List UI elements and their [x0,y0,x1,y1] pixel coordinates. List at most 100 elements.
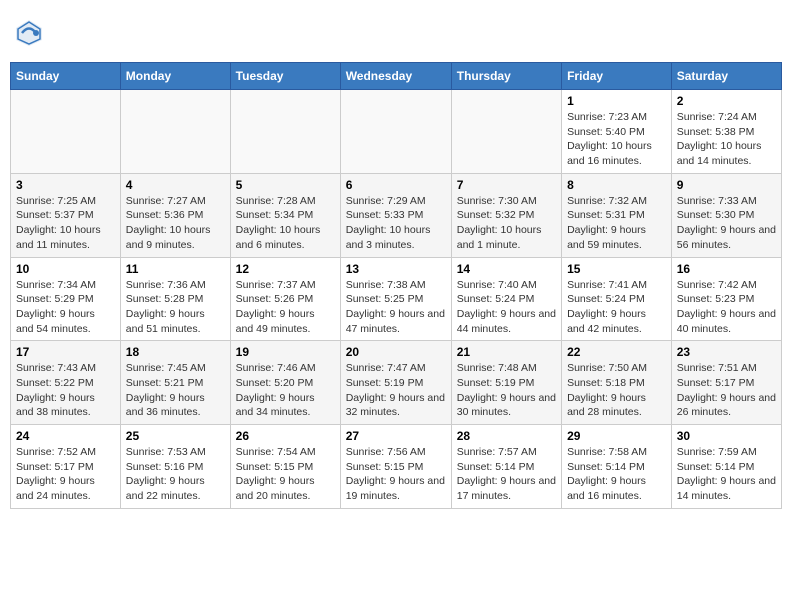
day-number: 7 [457,178,556,192]
day-info: Sunrise: 7:59 AM Sunset: 5:14 PM Dayligh… [677,445,776,504]
day-number: 25 [126,429,225,443]
day-cell: 7 Sunrise: 7:30 AM Sunset: 5:32 PM Daylig… [451,173,561,257]
day-cell: 14 Sunrise: 7:40 AM Sunset: 5:24 PM Dayli… [451,257,561,341]
day-info: Sunrise: 7:36 AM Sunset: 5:28 PM Dayligh… [126,278,225,337]
col-header-friday: Friday [562,63,672,90]
day-number: 5 [236,178,335,192]
day-cell: 29 Sunrise: 7:58 AM Sunset: 5:14 PM Dayli… [562,425,672,509]
day-info: Sunrise: 7:48 AM Sunset: 5:19 PM Dayligh… [457,361,556,420]
day-cell [340,90,451,174]
logo-icon [14,18,44,48]
day-cell: 16 Sunrise: 7:42 AM Sunset: 5:23 PM Dayli… [671,257,781,341]
day-cell: 28 Sunrise: 7:57 AM Sunset: 5:14 PM Dayli… [451,425,561,509]
day-number: 29 [567,429,666,443]
day-info: Sunrise: 7:34 AM Sunset: 5:29 PM Dayligh… [16,278,115,337]
day-cell: 11 Sunrise: 7:36 AM Sunset: 5:28 PM Dayli… [120,257,230,341]
day-cell: 27Sunrise: 7:56 AM Sunset: 5:15 PM Dayli… [340,425,451,509]
col-header-thursday: Thursday [451,63,561,90]
day-cell: 1 Sunrise: 7:23 AM Sunset: 5:40 PM Daylig… [562,90,672,174]
day-number: 14 [457,262,556,276]
day-info: Sunrise: 7:24 AM Sunset: 5:38 PM Dayligh… [677,110,776,169]
day-info: Sunrise: 7:30 AM Sunset: 5:32 PM Dayligh… [457,194,556,253]
day-info: Sunrise: 7:42 AM Sunset: 5:23 PM Dayligh… [677,278,776,337]
col-header-saturday: Saturday [671,63,781,90]
day-cell: 13 Sunrise: 7:38 AM Sunset: 5:25 PM Dayli… [340,257,451,341]
day-number: 21 [457,345,556,359]
day-cell: 23Sunrise: 7:51 AM Sunset: 5:17 PM Dayli… [671,341,781,425]
day-cell: 22 Sunrise: 7:50 AM Sunset: 5:18 PM Dayli… [562,341,672,425]
day-info: Sunrise: 7:53 AM Sunset: 5:16 PM Dayligh… [126,445,225,504]
day-cell [11,90,121,174]
day-cell: 2 Sunrise: 7:24 AM Sunset: 5:38 PM Daylig… [671,90,781,174]
day-number: 30 [677,429,776,443]
day-info: Sunrise: 7:38 AM Sunset: 5:25 PM Dayligh… [346,278,446,337]
col-header-tuesday: Tuesday [230,63,340,90]
day-info: Sunrise: 7:51 AM Sunset: 5:17 PM Dayligh… [677,361,776,420]
day-info: Sunrise: 7:47 AM Sunset: 5:19 PM Dayligh… [346,361,446,420]
day-cell [230,90,340,174]
day-info: Sunrise: 7:58 AM Sunset: 5:14 PM Dayligh… [567,445,666,504]
day-info: Sunrise: 7:32 AM Sunset: 5:31 PM Dayligh… [567,194,666,253]
day-cell: 3 Sunrise: 7:25 AM Sunset: 5:37 PM Daylig… [11,173,121,257]
day-info: Sunrise: 7:41 AM Sunset: 5:24 PM Dayligh… [567,278,666,337]
day-cell: 17 Sunrise: 7:43 AM Sunset: 5:22 PM Dayli… [11,341,121,425]
day-info: Sunrise: 7:25 AM Sunset: 5:37 PM Dayligh… [16,194,115,253]
day-number: 15 [567,262,666,276]
week-row-5: 24 Sunrise: 7:52 AM Sunset: 5:17 PM Dayli… [11,425,782,509]
day-number: 24 [16,429,115,443]
day-number: 12 [236,262,335,276]
day-cell: 18 Sunrise: 7:45 AM Sunset: 5:21 PM Dayli… [120,341,230,425]
day-info: Sunrise: 7:27 AM Sunset: 5:36 PM Dayligh… [126,194,225,253]
day-info: Sunrise: 7:52 AM Sunset: 5:17 PM Dayligh… [16,445,115,504]
day-number: 4 [126,178,225,192]
day-info: Sunrise: 7:54 AM Sunset: 5:15 PM Dayligh… [236,445,335,504]
header [10,10,782,56]
day-number: 28 [457,429,556,443]
day-info: Sunrise: 7:57 AM Sunset: 5:14 PM Dayligh… [457,445,556,504]
day-info: Sunrise: 7:50 AM Sunset: 5:18 PM Dayligh… [567,361,666,420]
day-number: 19 [236,345,335,359]
day-number: 3 [16,178,115,192]
day-cell: 25 Sunrise: 7:53 AM Sunset: 5:16 PM Dayli… [120,425,230,509]
day-info: Sunrise: 7:45 AM Sunset: 5:21 PM Dayligh… [126,361,225,420]
day-cell: 21 Sunrise: 7:48 AM Sunset: 5:19 PM Dayli… [451,341,561,425]
logo [14,18,48,48]
day-cell: 5 Sunrise: 7:28 AM Sunset: 5:34 PM Daylig… [230,173,340,257]
col-header-wednesday: Wednesday [340,63,451,90]
col-header-sunday: Sunday [11,63,121,90]
day-cell: 12 Sunrise: 7:37 AM Sunset: 5:26 PM Dayli… [230,257,340,341]
day-cell: 19Sunrise: 7:46 AM Sunset: 5:20 PM Dayli… [230,341,340,425]
day-number: 16 [677,262,776,276]
day-info: Sunrise: 7:40 AM Sunset: 5:24 PM Dayligh… [457,278,556,337]
calendar-table: SundayMondayTuesdayWednesdayThursdayFrid… [10,62,782,509]
day-info: Sunrise: 7:23 AM Sunset: 5:40 PM Dayligh… [567,110,666,169]
day-number: 22 [567,345,666,359]
day-number: 18 [126,345,225,359]
day-cell: 8Sunrise: 7:32 AM Sunset: 5:31 PM Daylig… [562,173,672,257]
day-number: 1 [567,94,666,108]
day-number: 11 [126,262,225,276]
day-info: Sunrise: 7:28 AM Sunset: 5:34 PM Dayligh… [236,194,335,253]
day-cell: 10 Sunrise: 7:34 AM Sunset: 5:29 PM Dayli… [11,257,121,341]
day-number: 13 [346,262,446,276]
day-cell: 20Sunrise: 7:47 AM Sunset: 5:19 PM Dayli… [340,341,451,425]
week-row-2: 3 Sunrise: 7:25 AM Sunset: 5:37 PM Daylig… [11,173,782,257]
week-row-3: 10 Sunrise: 7:34 AM Sunset: 5:29 PM Dayli… [11,257,782,341]
col-header-monday: Monday [120,63,230,90]
day-info: Sunrise: 7:33 AM Sunset: 5:30 PM Dayligh… [677,194,776,253]
day-number: 17 [16,345,115,359]
day-cell [451,90,561,174]
day-number: 6 [346,178,446,192]
week-row-1: 1 Sunrise: 7:23 AM Sunset: 5:40 PM Daylig… [11,90,782,174]
week-row-4: 17 Sunrise: 7:43 AM Sunset: 5:22 PM Dayli… [11,341,782,425]
day-cell: 9 Sunrise: 7:33 AM Sunset: 5:30 PM Daylig… [671,173,781,257]
day-number: 2 [677,94,776,108]
day-number: 27 [346,429,446,443]
header-row: SundayMondayTuesdayWednesdayThursdayFrid… [11,63,782,90]
day-number: 9 [677,178,776,192]
day-info: Sunrise: 7:43 AM Sunset: 5:22 PM Dayligh… [16,361,115,420]
day-number: 10 [16,262,115,276]
day-info: Sunrise: 7:37 AM Sunset: 5:26 PM Dayligh… [236,278,335,337]
day-cell: 4 Sunrise: 7:27 AM Sunset: 5:36 PM Daylig… [120,173,230,257]
day-number: 26 [236,429,335,443]
